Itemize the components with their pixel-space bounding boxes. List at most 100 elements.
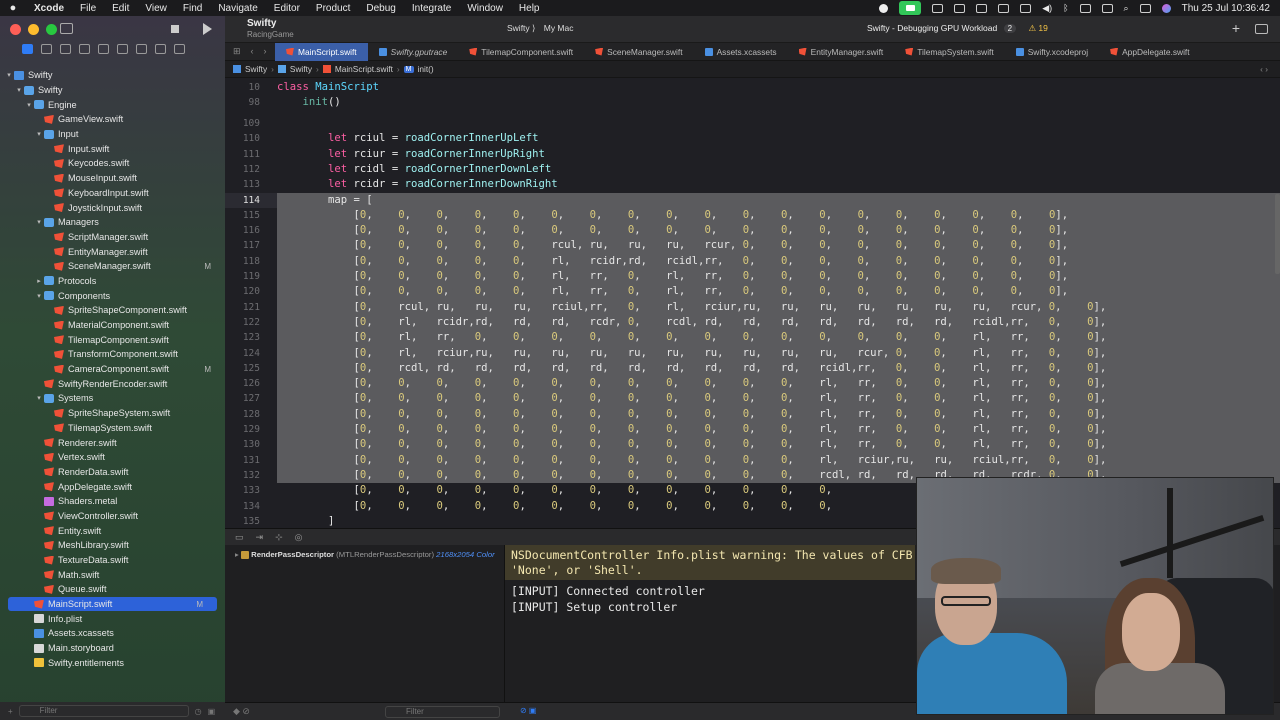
navigator-item[interactable]: ▾ Systems xyxy=(0,391,225,406)
source-control-icon[interactable] xyxy=(41,44,52,54)
hide-debug-area-icon[interactable]: ▭ xyxy=(235,532,244,543)
navigator-item[interactable]: SpriteShapeSystem.swift xyxy=(0,406,225,421)
minimize-window-button[interactable] xyxy=(28,24,39,35)
navigator-item[interactable]: JoystickInput.swift xyxy=(0,200,225,215)
navigator-item[interactable]: Input.swift xyxy=(0,141,225,156)
navigator-item[interactable]: MeshLibrary.swift xyxy=(0,538,225,553)
add-file-icon[interactable]: + xyxy=(8,707,13,716)
disclosure-icon[interactable]: ▾ xyxy=(24,101,34,109)
navigator-item[interactable]: CameraComponent.swift M xyxy=(0,362,225,377)
volume-icon[interactable]: ◀) xyxy=(1042,3,1052,14)
scheme-selector[interactable]: Swifty ⟩ My Mac xyxy=(507,23,573,34)
menu-integrate[interactable]: Integrate xyxy=(404,3,459,14)
breakpoints-toggle-icon[interactable]: ⇥ xyxy=(256,532,264,543)
scm-filter-icon[interactable]: ▣ xyxy=(208,707,216,716)
navigator-item[interactable]: Renderer.swift xyxy=(0,435,225,450)
navigator-item[interactable]: ▸ Protocols xyxy=(0,274,225,289)
bluetooth-icon[interactable]: ᛒ xyxy=(1063,3,1068,13)
navigator-item[interactable]: Keycodes.swift xyxy=(0,156,225,171)
navigator-item[interactable]: Entity.swift xyxy=(0,523,225,538)
navigator-item[interactable]: SceneManager.swift M xyxy=(0,259,225,274)
editor-tab[interactable]: Assets.xcassets xyxy=(694,43,788,61)
wifi-off-icon[interactable] xyxy=(1079,3,1091,13)
navigator-item[interactable]: Vertex.swift xyxy=(0,450,225,465)
continue-icon[interactable]: ◎ xyxy=(295,532,303,543)
debug-options-icon[interactable]: ◆ ⊘ xyxy=(233,706,250,717)
navigator-item[interactable]: ViewController.swift xyxy=(0,509,225,524)
navigator-item[interactable]: Shaders.metal xyxy=(0,494,225,509)
disclosure-icon[interactable]: ▾ xyxy=(34,292,44,300)
report-navigator-icon[interactable] xyxy=(174,44,185,54)
close-window-button[interactable] xyxy=(10,24,21,35)
navigator-item[interactable]: SwiftyRenderEncoder.swift xyxy=(0,376,225,391)
menu-window[interactable]: Window xyxy=(459,3,511,14)
variables-filter-input[interactable]: Filter xyxy=(385,706,500,718)
menu-product[interactable]: Product xyxy=(308,3,358,14)
navigator-item[interactable]: TextureData.swift xyxy=(0,553,225,568)
disclosure-icon[interactable]: ▸ xyxy=(34,277,44,285)
menu-view[interactable]: View xyxy=(137,3,175,14)
test-navigator-icon[interactable] xyxy=(117,44,128,54)
navigator-item[interactable]: ScriptManager.swift xyxy=(0,230,225,245)
gpu-capture-icon[interactable]: ⊹ xyxy=(275,532,283,543)
editor-tab[interactable]: TilemapComponent.swift xyxy=(458,43,584,61)
disclosure-icon[interactable]: ▾ xyxy=(34,394,44,402)
navigator-item[interactable]: Main.storyboard xyxy=(0,641,225,656)
issue-navigator-icon[interactable] xyxy=(98,44,109,54)
jump-group[interactable]: Swifty xyxy=(290,64,312,74)
siri-icon[interactable] xyxy=(1161,3,1171,13)
navigator-item[interactable]: ▾ Swifty xyxy=(0,68,225,83)
battery-icon[interactable] xyxy=(1101,3,1113,13)
activity-status[interactable]: Swifty - Debugging GPU Workload 2 ⚠ 19 xyxy=(867,23,1048,34)
menu-find[interactable]: Find xyxy=(175,3,210,14)
stop-button[interactable] xyxy=(171,25,179,33)
find-navigator-icon[interactable] xyxy=(79,44,90,54)
navigator-item[interactable]: TransformComponent.swift xyxy=(0,347,225,362)
source-editor[interactable]: 10 class MainScript 98 init() 109 110 let r… xyxy=(225,78,1280,528)
menu-navigate[interactable]: Navigate xyxy=(210,3,265,14)
editor-tab[interactable]: AppDelegate.swift xyxy=(1099,43,1201,61)
navigator-item[interactable]: Queue.swift xyxy=(0,582,225,597)
sticky-scope-line[interactable]: 98 init() xyxy=(225,95,1280,110)
project-title[interactable]: Swifty xyxy=(247,18,276,29)
zoom-window-button[interactable] xyxy=(46,24,57,35)
symbol-navigator-icon[interactable] xyxy=(60,44,71,54)
navigator-item[interactable]: Swifty.entitlements xyxy=(0,656,225,671)
issue-navigation-arrows[interactable]: ‹ › xyxy=(1260,64,1268,74)
navigator-item[interactable]: MainScript.swift M xyxy=(8,596,217,612)
window-icon[interactable] xyxy=(1020,3,1032,13)
display-icon[interactable] xyxy=(998,3,1010,13)
record-icon[interactable] xyxy=(879,3,889,13)
variable-row[interactable]: ▸ RenderPassDescriptor (MTLRenderPassDes… xyxy=(235,550,495,559)
navigator-item[interactable]: ▾ Input xyxy=(0,127,225,142)
navigator-item[interactable]: MouseInput.swift xyxy=(0,171,225,186)
screen-mirror-icon[interactable] xyxy=(932,3,944,13)
navigator-item[interactable]: GameView.swift xyxy=(0,112,225,127)
control-center-icon[interactable] xyxy=(1139,3,1151,13)
console-filter-icon[interactable]: ⊘ ▣ xyxy=(520,706,536,715)
recent-filter-icon[interactable]: ◷ xyxy=(195,707,202,716)
warning-count[interactable]: ⚠ 19 xyxy=(1028,23,1047,33)
disclosure-icon[interactable]: ▾ xyxy=(14,86,24,94)
apple-menu-icon[interactable]: ● xyxy=(0,2,26,14)
breakpoint-navigator-icon[interactable] xyxy=(155,44,166,54)
menu-debug[interactable]: Debug xyxy=(358,3,403,14)
navigator-item[interactable]: KeyboardInput.swift xyxy=(0,186,225,201)
menu-editor[interactable]: Editor xyxy=(266,3,308,14)
navigator-item[interactable]: TilemapComponent.swift xyxy=(0,332,225,347)
jump-project[interactable]: Swifty xyxy=(245,64,267,74)
editor-tab[interactable]: SceneManager.swift xyxy=(584,43,693,61)
navigator-item[interactable]: Math.swift xyxy=(0,567,225,582)
cloud-icon[interactable] xyxy=(954,3,966,13)
menu-clock[interactable]: Thu 25 Jul 10:36:42 xyxy=(1182,3,1270,14)
navigator-item[interactable]: ▾ Components xyxy=(0,288,225,303)
jump-symbol[interactable]: init() xyxy=(418,64,434,74)
sticky-scope-line[interactable]: 10 class MainScript xyxy=(225,80,1280,95)
menu-edit[interactable]: Edit xyxy=(104,3,137,14)
editor-tab[interactable]: EntityManager.swift xyxy=(788,43,895,61)
debug-navigator-icon[interactable] xyxy=(136,44,147,54)
menu-app-name[interactable]: Xcode xyxy=(26,3,72,14)
layers-icon[interactable] xyxy=(976,3,988,13)
navigator-filter-input[interactable]: Filter xyxy=(18,705,189,717)
add-icon[interactable]: + xyxy=(1232,20,1240,36)
